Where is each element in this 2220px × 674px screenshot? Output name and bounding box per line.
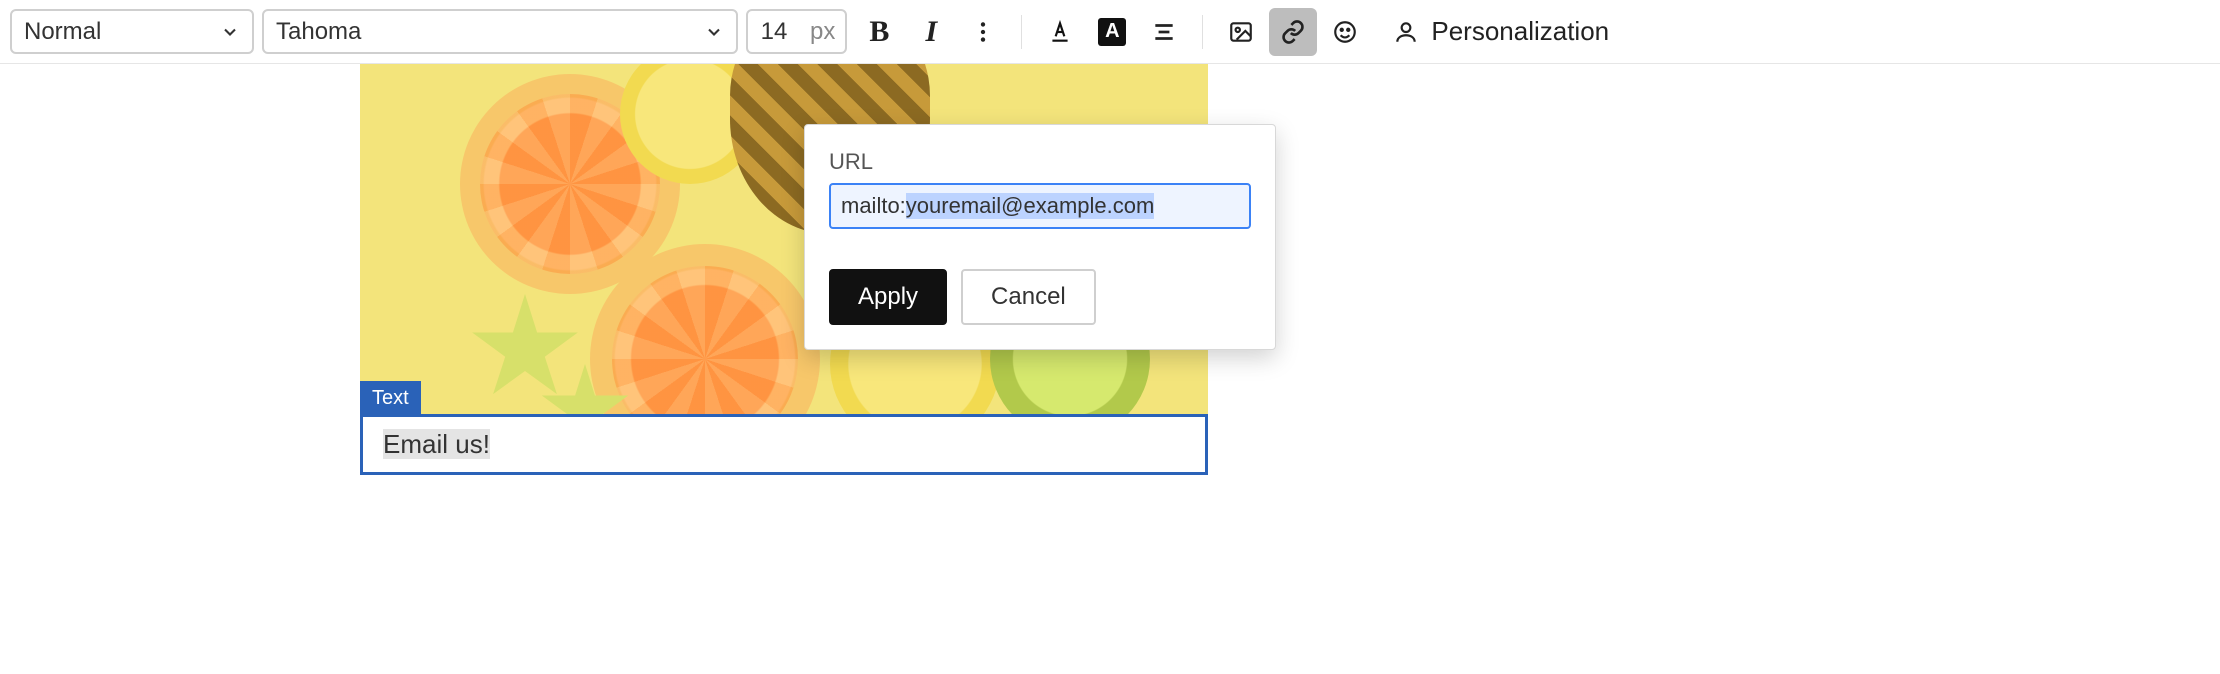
text-format-group: B I (855, 8, 1007, 56)
bold-icon: B (869, 15, 889, 49)
italic-button[interactable]: I (907, 8, 955, 56)
toolbar-divider (1202, 15, 1203, 49)
link-popover: URL mailto:youremail@example.com Apply C… (804, 124, 1276, 350)
align-icon (1151, 19, 1177, 45)
paragraph-style-value: Normal (24, 18, 101, 46)
text-block-tab: Text (360, 381, 421, 416)
url-field-label: URL (829, 149, 1251, 175)
selected-text: Email us! (383, 429, 490, 459)
more-format-button[interactable] (959, 8, 1007, 56)
italic-icon: I (926, 15, 938, 49)
emoji-icon (1332, 19, 1358, 45)
link-icon (1280, 19, 1306, 45)
emoji-button[interactable] (1321, 8, 1369, 56)
paragraph-style-select[interactable]: Normal (10, 9, 254, 54)
apply-button-label: Apply (858, 283, 918, 311)
person-icon (1393, 19, 1419, 45)
image-icon (1228, 19, 1254, 45)
font-size-unit: px (800, 18, 845, 46)
font-size-stepper[interactable]: px (746, 9, 847, 54)
personalization-label: Personalization (1431, 16, 1609, 47)
url-prefix: mailto: (841, 193, 906, 219)
toolbar-divider (1021, 15, 1022, 49)
editor-canvas: Text Email us! URL mailto:youremail@exam… (0, 64, 2220, 674)
link-button[interactable] (1269, 8, 1317, 56)
text-color-button[interactable] (1036, 8, 1084, 56)
text-color-icon (1047, 19, 1073, 45)
chevron-down-icon (704, 22, 724, 42)
kebab-icon (970, 19, 996, 45)
align-button[interactable] (1140, 8, 1188, 56)
popover-button-row: Apply Cancel (829, 269, 1251, 325)
font-family-select[interactable]: Tahoma (262, 9, 738, 54)
text-block-content[interactable]: Email us! (383, 429, 1185, 460)
color-group: A (1036, 8, 1188, 56)
font-size-input[interactable] (748, 18, 800, 46)
text-block[interactable]: Text Email us! (360, 414, 1208, 475)
chevron-down-icon (220, 22, 240, 42)
cancel-button-label: Cancel (991, 283, 1066, 311)
bold-button[interactable]: B (855, 8, 903, 56)
cancel-button[interactable]: Cancel (961, 269, 1096, 325)
editor-toolbar: Normal Tahoma px B I A (0, 0, 2220, 64)
decorative-fruit (470, 294, 580, 404)
apply-button[interactable]: Apply (829, 269, 947, 325)
image-button[interactable] (1217, 8, 1265, 56)
font-family-value: Tahoma (276, 18, 361, 46)
background-color-icon: A (1098, 18, 1126, 46)
url-input[interactable]: mailto:youremail@example.com (829, 183, 1251, 229)
url-selected-text: youremail@example.com (906, 193, 1155, 219)
insert-group (1217, 8, 1369, 56)
background-color-button[interactable]: A (1088, 8, 1136, 56)
personalization-button[interactable]: Personalization (1377, 16, 1625, 47)
